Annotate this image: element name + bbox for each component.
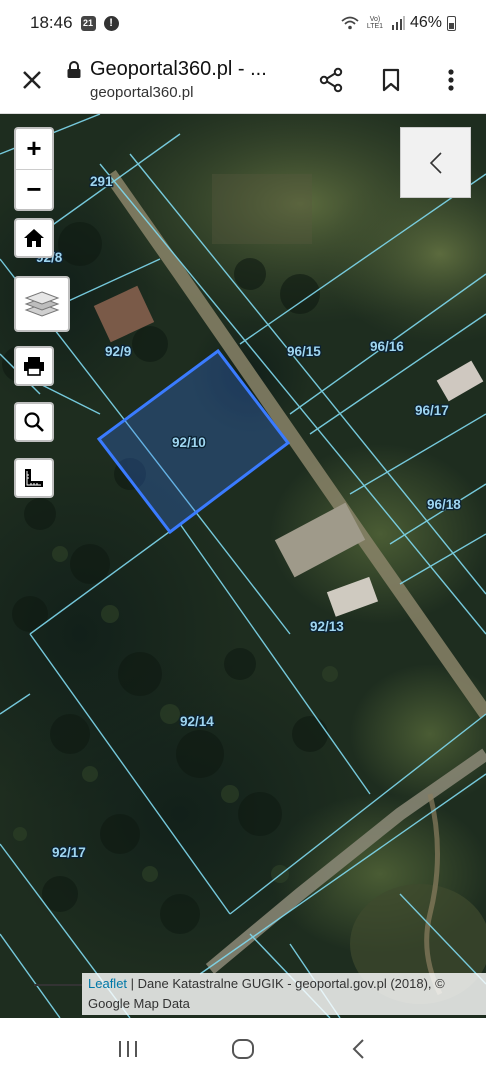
print-icon [24, 357, 44, 376]
volte-indicator: Vo) LTE1 [366, 16, 384, 30]
share-icon [319, 67, 343, 92]
parcel-label: 96/16 [370, 339, 404, 354]
address-bar[interactable]: Geoportal360.pl - ... geoportal360.pl [66, 58, 306, 101]
home-button[interactable] [14, 218, 54, 258]
back-icon [352, 1039, 365, 1059]
parcel-label: 92/14 [180, 714, 214, 729]
satellite-imagery: 291 92/8 92/9 92/10 96/15 96/16 96/17 96… [0, 114, 486, 1018]
browser-toolbar: Geoportal360.pl - ... geoportal360.pl [0, 46, 486, 114]
battery-icon [447, 15, 456, 31]
measure-button[interactable] [14, 458, 54, 498]
notification-badge: 21 [80, 15, 96, 31]
page-url: geoportal360.pl [90, 84, 194, 101]
parcel-label: 291 [90, 174, 113, 189]
clock: 18:46 [30, 13, 73, 32]
close-tab-button[interactable] [2, 50, 62, 110]
map-view[interactable]: 291 92/8 92/9 92/10 96/15 96/16 96/17 96… [0, 114, 486, 1018]
recent-apps-button[interactable] [103, 1024, 153, 1074]
chevron-left-icon [429, 151, 442, 174]
layers-icon [24, 291, 60, 317]
zoom-out-button[interactable]: − [16, 168, 52, 210]
search-button[interactable] [14, 402, 54, 442]
scale-bar [34, 982, 82, 986]
attribution-text: | Dane Katastralne GUGIK - geoportal.gov… [88, 976, 445, 1011]
status-bar: 18:46 21 ! Vo) LTE1 46% [0, 0, 486, 46]
more-vert-icon [448, 68, 454, 91]
lock-icon [67, 60, 81, 78]
bookmark-icon [382, 68, 400, 91]
measure-icon [25, 469, 43, 487]
home-nav-button[interactable] [218, 1024, 268, 1074]
home-icon [24, 229, 44, 247]
share-button[interactable] [306, 55, 356, 105]
battery-percent: 46% [409, 14, 442, 31]
parcel-label: 92/9 [105, 344, 131, 359]
parcel-label: 92/10 [172, 435, 206, 450]
wifi-icon [341, 16, 359, 30]
parcel-label: 96/15 [287, 344, 321, 359]
parcel-label: 92/13 [310, 619, 344, 634]
leaflet-link[interactable]: Leaflet [88, 976, 127, 991]
recent-apps-icon [118, 1041, 137, 1057]
parcel-label: 96/18 [427, 497, 461, 512]
zoom-in-button[interactable]: + [16, 129, 52, 169]
more-options-button[interactable] [426, 55, 476, 105]
parcel-label: 96/17 [415, 403, 449, 418]
map-attribution: Leaflet | Dane Katastralne GUGIK - geopo… [82, 973, 486, 1015]
alert-icon: ! [103, 15, 119, 31]
parcel-label: 92/17 [52, 845, 86, 860]
print-button[interactable] [14, 346, 54, 386]
back-button[interactable] [333, 1024, 383, 1074]
zoom-control: + − [14, 127, 54, 211]
home-button-icon [231, 1039, 254, 1059]
close-icon [23, 70, 41, 89]
signal-icon [391, 16, 405, 30]
system-nav-bar [0, 1018, 486, 1080]
bookmark-button[interactable] [366, 55, 416, 105]
search-icon [24, 412, 44, 432]
side-panel-toggle[interactable] [400, 127, 471, 198]
layers-button[interactable] [14, 276, 70, 332]
page-title: Geoportal360.pl - ... [90, 58, 267, 80]
